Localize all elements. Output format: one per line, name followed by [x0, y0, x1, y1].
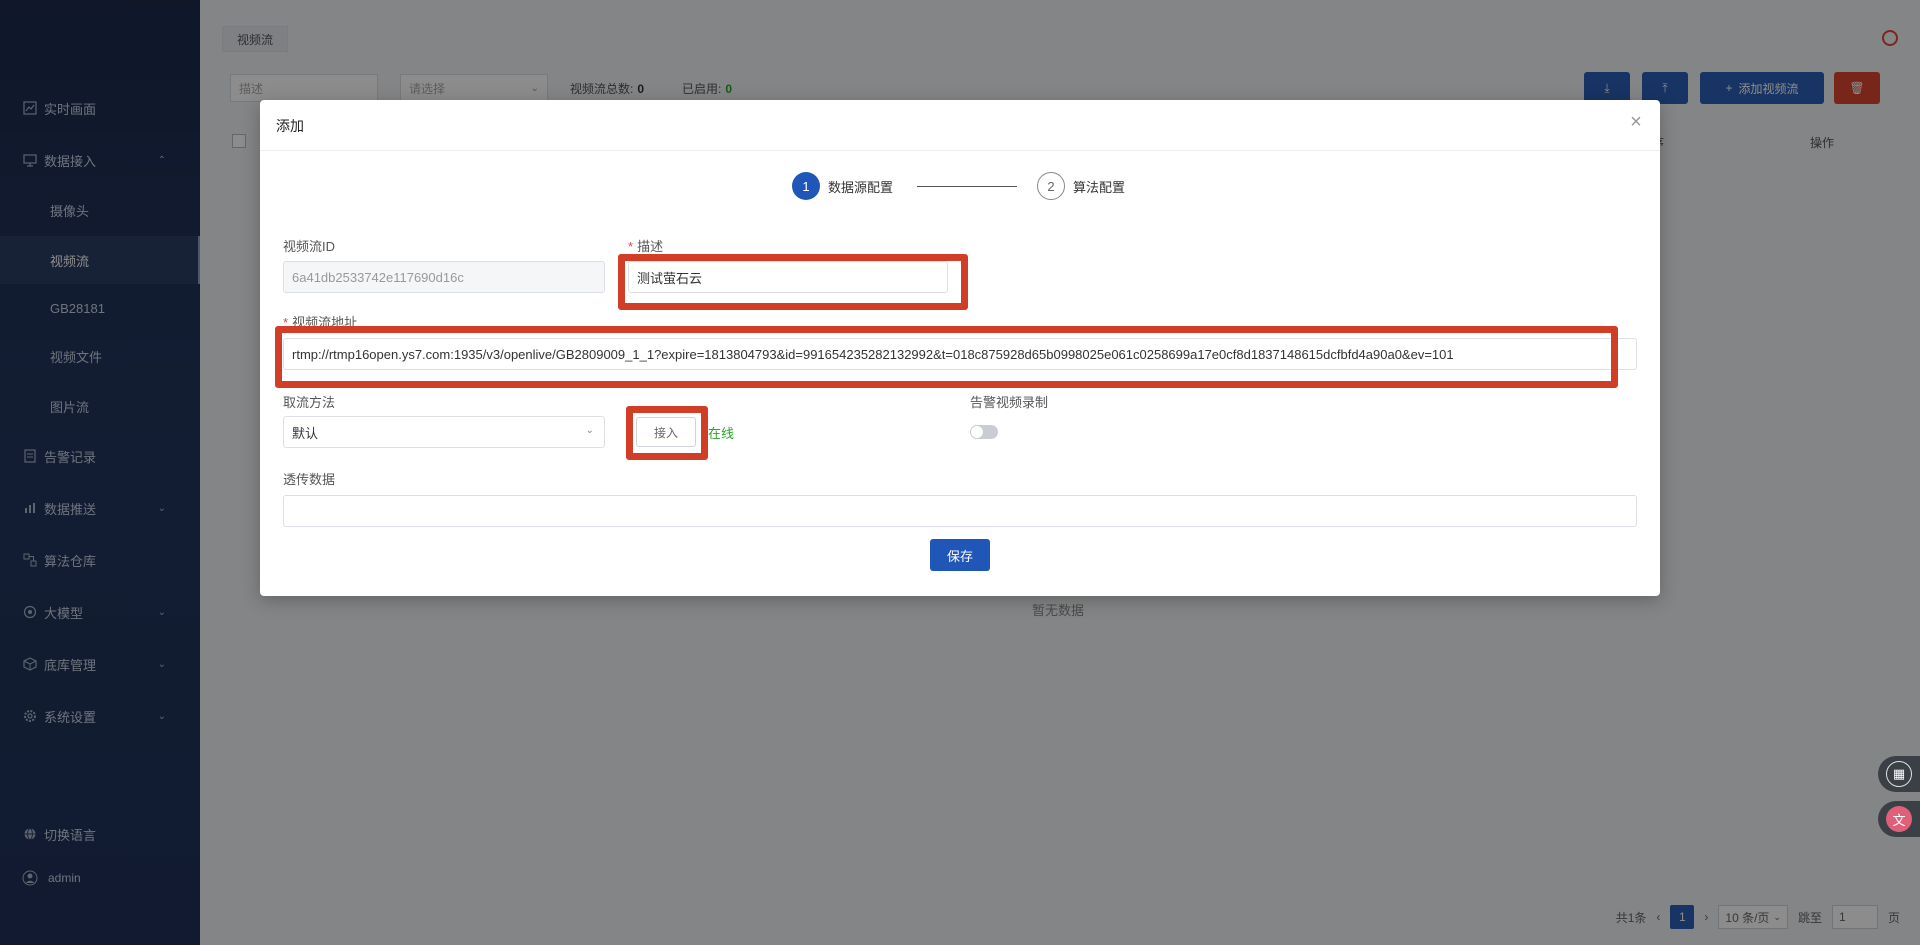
method-label: 取流方法: [283, 395, 336, 410]
method-select[interactable]: 默认 ⌄: [283, 416, 605, 448]
method-value: 默认: [292, 425, 319, 441]
step-2-label: 算法配置: [1073, 179, 1126, 195]
highlight-url: [275, 326, 1618, 388]
add-dialog: 添加 × 1 数据源配置 2 算法配置 视频流ID 6a41db2533742e…: [260, 100, 1660, 596]
save-button-label: 保存: [946, 548, 973, 564]
step-connector: [917, 186, 1017, 187]
step-2[interactable]: 2 算法配置: [1037, 172, 1125, 200]
toggle-knob: [971, 426, 983, 438]
translate-float-button[interactable]: 文: [1878, 801, 1920, 837]
desc-label: * 描述: [628, 236, 663, 255]
required-mark: *: [628, 239, 634, 254]
passthrough-label: 透传数据: [283, 472, 336, 487]
alarm-record-label: 告警视频录制: [970, 395, 1049, 410]
step-2-number: 2: [1037, 172, 1065, 200]
chevron-down-icon: ⌄: [585, 425, 594, 436]
highlight-connect: [626, 406, 708, 460]
stream-id-label: 视频流ID: [283, 239, 336, 254]
save-button[interactable]: 保存: [930, 539, 990, 571]
dialog-title: 添加: [276, 118, 304, 134]
step-1[interactable]: 1 数据源配置: [792, 172, 893, 200]
stream-status: 在线: [708, 426, 735, 441]
step-1-label: 数据源配置: [828, 179, 894, 195]
stream-id-value: 6a41db2533742e117690d16c: [292, 269, 464, 285]
passthrough-textarea[interactable]: [283, 495, 1637, 527]
highlight-desc: [618, 254, 968, 310]
stream-id-field: 6a41db2533742e117690d16c: [283, 261, 605, 293]
step-1-number: 1: [792, 172, 820, 200]
alarm-record-toggle[interactable]: [970, 425, 998, 439]
apps-icon: ▦: [1886, 761, 1912, 787]
close-icon[interactable]: ×: [1626, 112, 1646, 132]
translate-icon: 文: [1886, 806, 1912, 832]
apps-float-button[interactable]: ▦: [1878, 756, 1920, 792]
desc-label-text: 描述: [637, 239, 664, 254]
dialog-divider: [260, 150, 1660, 151]
